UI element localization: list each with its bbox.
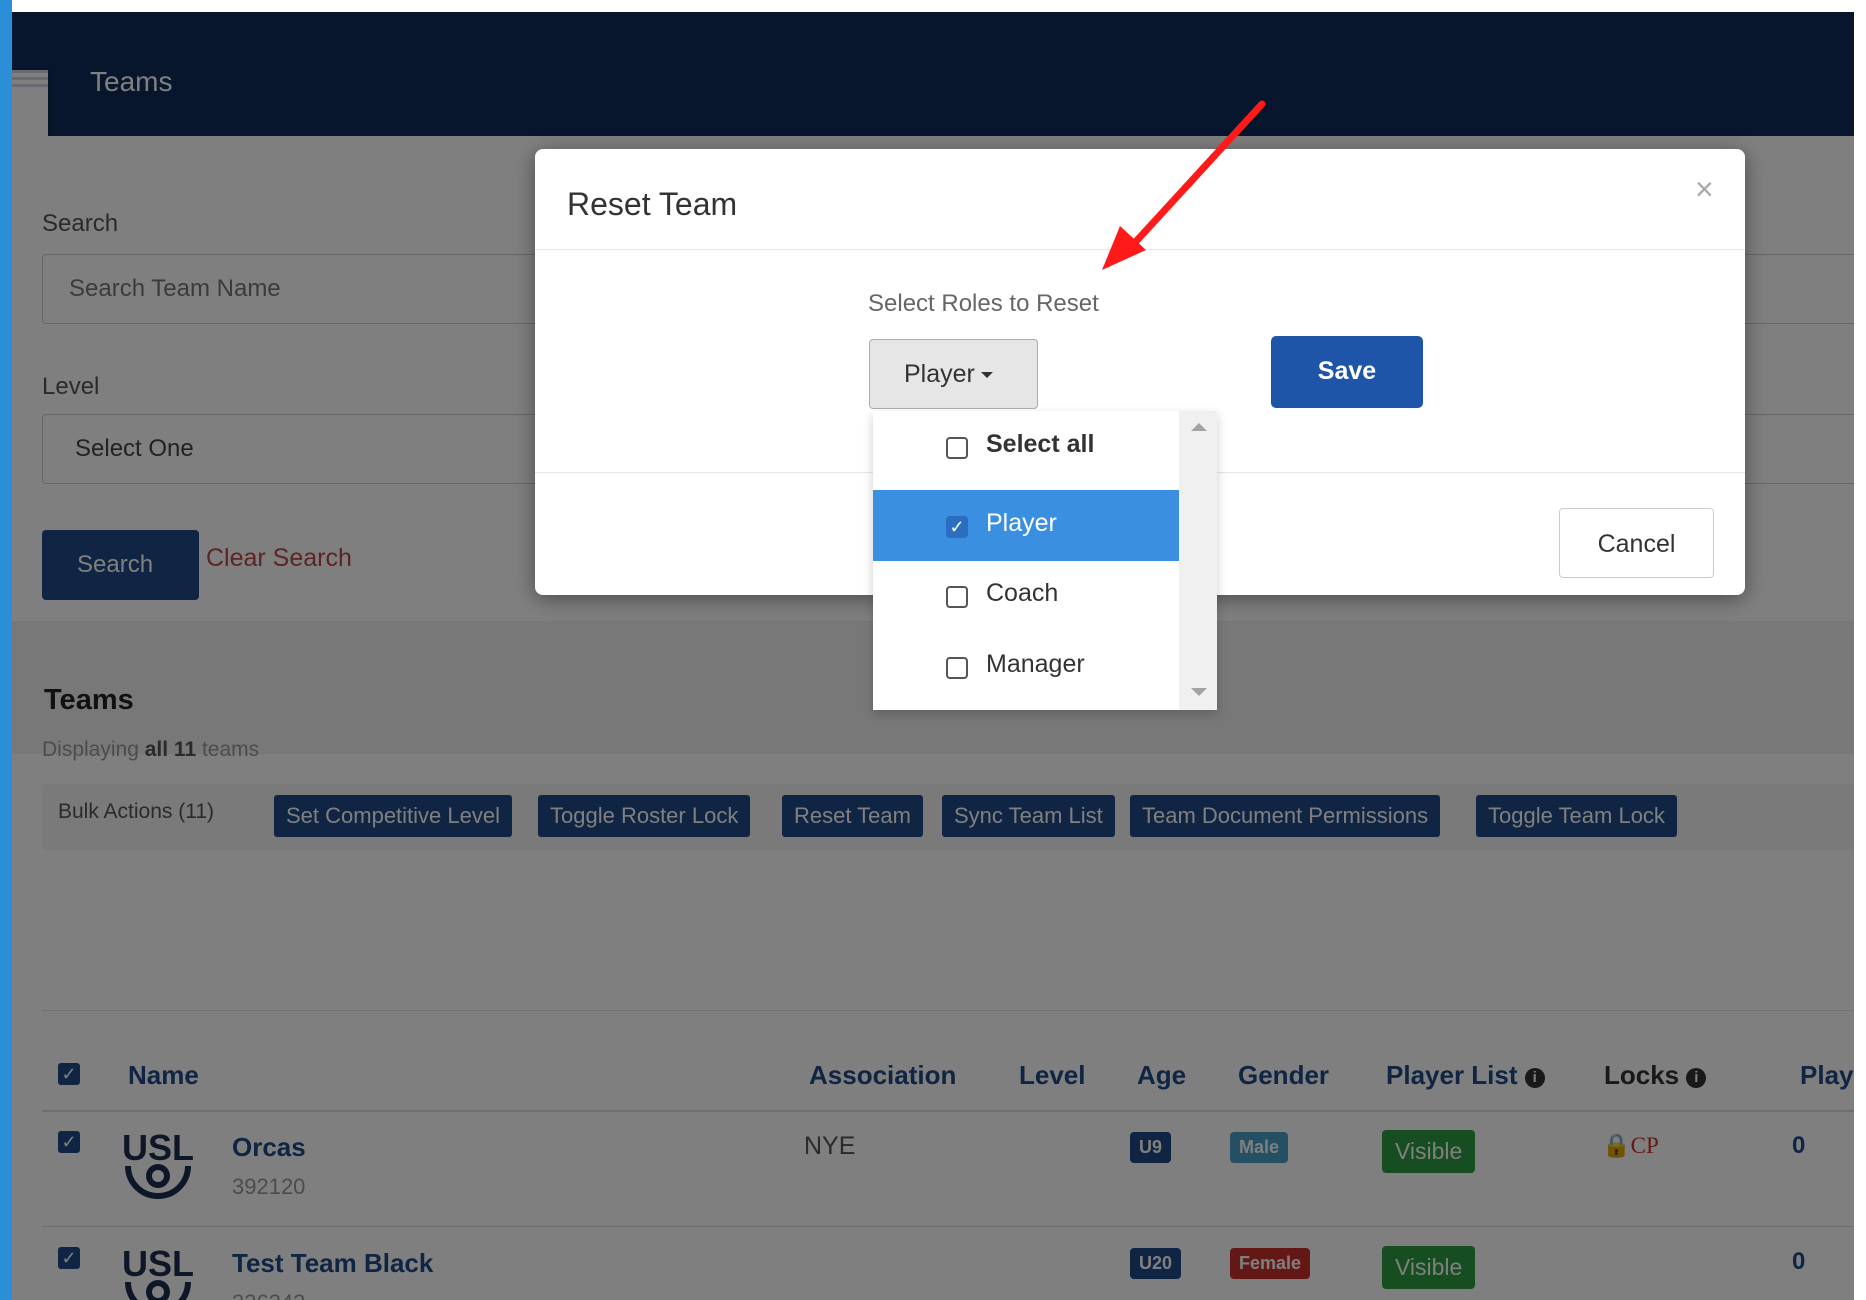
checkbox-checked[interactable]: ✓ <box>946 516 968 538</box>
roles-dropdown-menu: Select all ✓ Player Coach Manager <box>873 411 1217 710</box>
option-manager[interactable]: Manager <box>873 631 1179 702</box>
save-button[interactable]: Save <box>1271 336 1423 408</box>
checkbox[interactable] <box>946 586 968 608</box>
roles-label: Select Roles to Reset <box>868 290 1099 317</box>
scroll-up-arrow-icon[interactable] <box>1191 423 1207 431</box>
slide-accent-bar <box>0 0 12 1300</box>
option-select-all[interactable]: Select all <box>873 411 1179 482</box>
checkbox[interactable] <box>946 437 968 459</box>
modal-title: Reset Team <box>567 186 738 222</box>
scroll-down-arrow-icon[interactable] <box>1191 688 1207 696</box>
dropdown-scrollbar[interactable] <box>1179 411 1217 710</box>
modal-header-divider <box>535 249 1745 250</box>
caret-down-icon <box>980 372 993 378</box>
roles-dropdown-button[interactable]: Player <box>869 339 1038 409</box>
cancel-button[interactable]: Cancel <box>1559 508 1714 578</box>
checkbox[interactable] <box>946 657 968 679</box>
option-player[interactable]: ✓ Player <box>873 490 1179 561</box>
close-icon[interactable]: × <box>1695 171 1714 208</box>
option-coach[interactable]: Coach <box>873 560 1179 631</box>
